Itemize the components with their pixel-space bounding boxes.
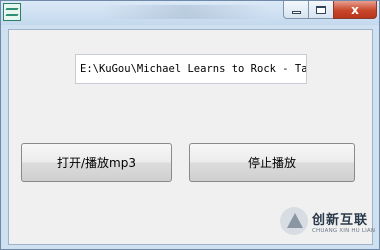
- close-icon: x: [351, 2, 359, 17]
- minimize-icon: [291, 11, 301, 14]
- title-bar[interactable]: x: [1, 1, 379, 25]
- open-play-label: 打开/播放mp3: [57, 156, 136, 170]
- watermark: 创新互联 CHUANG XIN HU LIAN: [280, 200, 378, 242]
- maximize-icon: [316, 5, 326, 14]
- maximize-button[interactable]: [308, 1, 334, 19]
- app-icon: [3, 3, 21, 21]
- watermark-text: 创新互联 CHUANG XIN HU LIAN: [312, 209, 375, 234]
- watermark-tagline: CHUANG XIN HU LIAN: [312, 227, 376, 234]
- open-play-button[interactable]: 打开/播放mp3: [21, 143, 172, 182]
- stop-button[interactable]: 停止播放: [189, 143, 355, 182]
- minimize-button[interactable]: [283, 1, 309, 19]
- file-path-field[interactable]: E:\KuGou\Michael Learns to Rock - Take: [75, 54, 307, 84]
- stop-label: 停止播放: [247, 156, 296, 170]
- watermark-name: 创新互联: [312, 212, 369, 228]
- close-button[interactable]: x: [333, 1, 377, 19]
- window-title: [101, 5, 271, 19]
- watermark-logo-icon: [280, 207, 308, 235]
